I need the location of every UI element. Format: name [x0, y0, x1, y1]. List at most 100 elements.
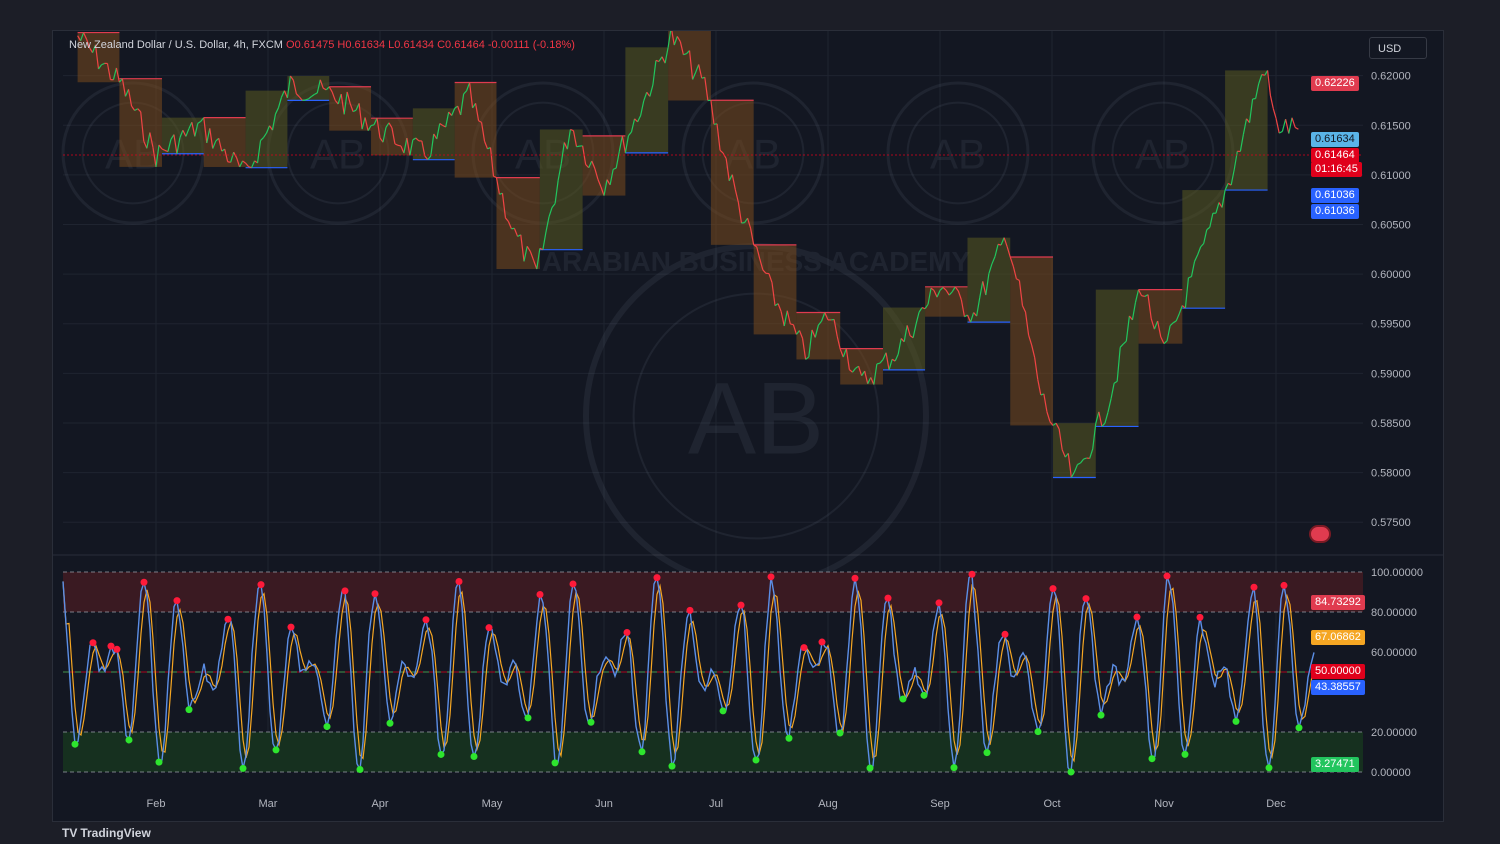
- price-tick-label: 0.62000: [1371, 71, 1411, 83]
- watermark-initials: AB: [1135, 130, 1191, 177]
- oscillator-badge: 67.06862: [1311, 630, 1365, 645]
- price-tick-label: 0.58500: [1371, 418, 1411, 430]
- range-box: [454, 82, 497, 178]
- up-candle: [370, 124, 375, 127]
- overbought-marker: [1001, 630, 1009, 638]
- us-flag-icon[interactable]: [1309, 525, 1331, 543]
- oscillator-tick-label: 0.00000: [1371, 767, 1411, 779]
- up-candle: [876, 362, 881, 365]
- overbought-marker: [536, 590, 544, 598]
- price-tick-label: 0.61500: [1371, 120, 1411, 132]
- oversold-marker: [356, 765, 364, 773]
- overbought-marker: [623, 628, 631, 636]
- currency-button[interactable]: USD: [1369, 37, 1427, 59]
- overbought-marker: [140, 578, 148, 586]
- oversold-marker: [587, 718, 595, 726]
- price-tick-label: 0.57500: [1371, 517, 1411, 529]
- range-box: [1010, 257, 1054, 426]
- chart-frame: ABABABABABABABARABIAN BUSINESS ACADEMY 0…: [52, 30, 1444, 822]
- oversold-marker: [983, 749, 991, 757]
- overbought-marker: [737, 601, 745, 609]
- oversold-marker: [551, 759, 559, 767]
- overbought-marker: [686, 606, 694, 614]
- overbought-marker: [884, 594, 892, 602]
- price-badge: 01:16:45: [1311, 162, 1362, 177]
- symbol-name: New Zealand Dollar / U.S. Dollar, 4h, FX…: [69, 39, 283, 51]
- overbought-marker: [485, 624, 493, 632]
- price-tick-label: 0.59000: [1371, 368, 1411, 380]
- overbought-marker: [89, 639, 97, 647]
- oversold-marker: [437, 750, 445, 758]
- overbought-marker: [371, 590, 379, 598]
- overbought-marker: [818, 638, 826, 646]
- range-box: [710, 100, 754, 245]
- time-tick-label: Jun: [595, 798, 613, 810]
- down-candle: [1285, 119, 1290, 134]
- symbol-title: New Zealand Dollar / U.S. Dollar, 4h, FX…: [69, 39, 575, 51]
- oversold-marker: [155, 758, 163, 766]
- down-candle: [1291, 117, 1296, 128]
- oversold-marker: [386, 719, 394, 727]
- price-tick-label: 0.58000: [1371, 468, 1411, 480]
- overbought-marker: [1082, 595, 1090, 603]
- down-candle: [790, 323, 794, 326]
- range-box: [625, 47, 669, 153]
- oscillator-badge: 84.73292: [1311, 595, 1365, 610]
- up-candle: [1252, 97, 1256, 100]
- overbought-marker: [935, 599, 943, 607]
- price-tick-label: 0.61000: [1371, 170, 1411, 182]
- time-tick-label: Nov: [1154, 798, 1174, 810]
- oversold-marker: [1265, 764, 1273, 772]
- range-box: [119, 78, 162, 167]
- oversold-marker: [272, 746, 280, 754]
- overbought-marker: [422, 616, 430, 624]
- oversold-marker: [638, 748, 646, 756]
- oversold-marker: [836, 729, 844, 737]
- oversold-marker: [668, 762, 676, 770]
- tradingview-brand-name: TradingView: [80, 826, 151, 840]
- oversold-marker: [752, 756, 760, 764]
- overbought-marker: [257, 581, 265, 589]
- oversold-marker: [470, 753, 478, 761]
- time-tick-label: May: [482, 798, 503, 810]
- price-tick-label: 0.60500: [1371, 220, 1411, 232]
- oversold-marker: [785, 734, 793, 742]
- down-candle: [1141, 295, 1145, 298]
- overbought-marker: [851, 574, 859, 582]
- overbought-marker: [341, 587, 349, 595]
- overbought-marker: [968, 570, 976, 578]
- tradingview-logo[interactable]: TV TradingView: [62, 826, 151, 840]
- price-tick-label: 0.60000: [1371, 269, 1411, 281]
- range-box: [1225, 70, 1268, 191]
- oversold-marker: [1097, 711, 1105, 719]
- overbought-marker: [224, 615, 232, 623]
- price-axis: 0.62000 0.61500 0.61000 0.60500 0.60000 0.595…: [1371, 71, 1411, 530]
- oversold-marker: [1067, 768, 1075, 776]
- overbought-marker: [113, 645, 121, 653]
- oscillator-axis: 100.00000 80.00000 60.00000 20.00000 0.00000: [1371, 567, 1423, 779]
- oscillator-tick-label: 20.00000: [1371, 727, 1417, 739]
- overbought-marker: [1049, 585, 1057, 593]
- watermark-initials: AB: [688, 361, 824, 475]
- oversold-marker: [1232, 717, 1240, 725]
- oscillator-tick-label: 60.00000: [1371, 647, 1417, 659]
- down-candle: [1269, 95, 1274, 109]
- overbought-marker: [1133, 613, 1141, 621]
- overbought-marker: [107, 642, 115, 650]
- overbought-marker: [287, 623, 295, 631]
- oscillator-badge: 50.00000: [1311, 664, 1365, 679]
- oversold-marker: [1148, 755, 1156, 763]
- time-tick-label: Oct: [1043, 798, 1060, 810]
- oversold-marker: [866, 764, 874, 772]
- time-tick-label: Sep: [930, 798, 950, 810]
- overbought-marker: [800, 644, 808, 652]
- oversold-marker: [1295, 724, 1303, 732]
- oversold-marker: [125, 736, 133, 744]
- watermark-initials: AB: [310, 130, 366, 177]
- price-badge: 0.61634: [1311, 132, 1359, 147]
- oversold-marker: [950, 764, 958, 772]
- chart-canvas[interactable]: ABABABABABABABARABIAN BUSINESS ACADEMY 0…: [53, 31, 1443, 821]
- range-box: [203, 117, 246, 167]
- overbought-marker: [173, 597, 181, 605]
- oversold-marker: [920, 691, 928, 699]
